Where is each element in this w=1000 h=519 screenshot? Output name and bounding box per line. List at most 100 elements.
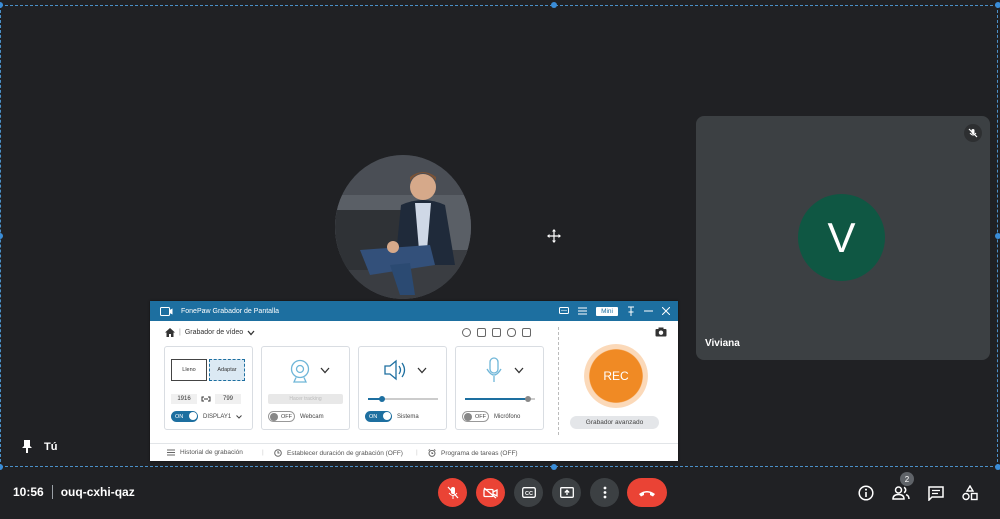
chat-feedback-icon[interactable] <box>559 307 570 315</box>
display-panel[interactable]: Lleno Adaptar 1916 799 ON DISPLAY1 <box>164 346 253 430</box>
activities-button[interactable] <box>959 482 981 504</box>
breadcrumb-separator: | <box>179 329 181 336</box>
export-icon[interactable] <box>477 328 486 337</box>
history-label: Historial de grabación <box>180 449 243 456</box>
fit-region-option[interactable]: Adaptar <box>209 359 245 381</box>
meeting-details-button[interactable] <box>855 482 877 504</box>
participant-muted-indicator <box>964 124 982 142</box>
schedule-link[interactable]: Programa de tareas (OFF) <box>428 449 518 457</box>
mic-muted-icon <box>968 128 978 138</box>
rec-button[interactable]: REC <box>584 344 648 408</box>
region-handle-bottom[interactable] <box>551 464 557 470</box>
home-icon[interactable] <box>165 328 175 337</box>
screenshot-camera-icon[interactable] <box>655 327 667 337</box>
mini-mode-button[interactable]: Mini <box>596 306 618 316</box>
pin-window-icon[interactable] <box>627 306 635 316</box>
microphone-panel[interactable]: OFF Micrófono <box>455 346 544 430</box>
meeting-stage: Tú V Viviana FonePaw Grabador de Pantall… <box>0 0 1000 519</box>
full-screen-option[interactable]: Lleno <box>171 359 207 381</box>
webcam-tracking-button: Hacer tracking <box>268 394 343 404</box>
captions-button[interactable]: CC <box>514 478 543 507</box>
region-handle-top-right[interactable] <box>995 2 1000 8</box>
region-handle-bottom-right[interactable] <box>995 464 1000 470</box>
webcam-panel[interactable]: Hacer tracking OFF Webcam <box>261 346 350 430</box>
system-sound-panel[interactable]: ON Sistema <box>358 346 447 430</box>
list-icon <box>167 449 175 456</box>
pin-icon[interactable] <box>22 440 32 453</box>
schedule-label: Programa de tareas (OFF) <box>441 449 518 457</box>
region-handle-top[interactable] <box>551 2 557 8</box>
participant-count-badge: 2 <box>900 472 914 486</box>
duration-label: Establecer duración de grabación (OFF) <box>287 449 403 457</box>
hotkey-icon[interactable] <box>522 328 531 337</box>
link-ratio-icon[interactable] <box>201 395 211 403</box>
mic-label: Micrófono <box>494 413 521 420</box>
mic-toggle-text: OFF <box>475 413 486 420</box>
people-icon <box>892 486 910 500</box>
system-toggle[interactable]: ON <box>365 411 392 422</box>
more-options-button[interactable] <box>590 478 619 507</box>
system-chevron-icon[interactable] <box>417 367 427 374</box>
fonepaw-logo-icon <box>160 306 173 316</box>
svg-text:CC: CC <box>525 491 533 497</box>
hang-up-icon <box>639 490 655 496</box>
webcam-icon <box>290 359 310 383</box>
hang-up-button[interactable] <box>627 478 667 507</box>
mic-toggle-button[interactable] <box>438 478 467 507</box>
system-volume-slider[interactable] <box>368 396 438 402</box>
webcam-chevron-icon[interactable] <box>320 367 330 374</box>
footer-sep-1: | <box>262 449 264 456</box>
camera-off-icon <box>483 487 498 498</box>
camera-toggle-button[interactable] <box>476 478 505 507</box>
mic-chevron-icon[interactable] <box>514 367 524 374</box>
display-toggle[interactable]: ON <box>171 411 198 422</box>
self-video-avatar <box>335 155 471 299</box>
divider <box>558 327 559 435</box>
more-options-icon <box>603 486 606 499</box>
quick-tools <box>462 328 531 337</box>
alarm-icon <box>428 449 436 457</box>
height-input[interactable]: 799 <box>215 394 241 404</box>
close-icon[interactable] <box>662 307 670 315</box>
fonepaw-titlebar[interactable]: FonePaw Grabador de Pantalla Mini <box>150 301 678 321</box>
monitor-select[interactable]: DISPLAY1 <box>203 414 231 420</box>
clock-separator <box>51 485 53 499</box>
chevron-down-icon[interactable] <box>247 330 255 336</box>
microphone-icon <box>486 357 502 382</box>
speaker-icon <box>384 359 406 381</box>
mic-toggle-row: OFF Micrófono <box>462 411 520 422</box>
webcam-toggle[interactable]: OFF <box>268 411 295 422</box>
fonepaw-footer: Historial de grabación | Establecer dura… <box>150 443 678 461</box>
self-name: Tú <box>44 440 58 453</box>
width-input[interactable]: 1916 <box>171 394 197 404</box>
mic-toggle[interactable]: OFF <box>462 411 489 422</box>
timer-icon <box>274 449 282 457</box>
meeting-code: ouq-cxhi-qaz <box>60 485 135 499</box>
history-link[interactable]: Historial de grabación <box>167 449 243 456</box>
region-handle-right[interactable] <box>995 233 1000 239</box>
clock-time: 10:56 <box>13 485 44 499</box>
activities-icon <box>962 485 978 501</box>
menu-icon[interactable] <box>578 307 588 315</box>
volume-icon[interactable] <box>492 328 501 337</box>
region-handle-bottom-left[interactable] <box>0 464 3 470</box>
settings-icon[interactable] <box>462 328 471 337</box>
move-cursor-icon <box>547 229 561 243</box>
system-label: Sistema <box>397 413 419 420</box>
mic-volume-slider[interactable] <box>465 396 535 402</box>
participant-tile[interactable]: V Viviana <box>696 116 990 360</box>
duration-link[interactable]: Establecer duración de grabación (OFF) <box>274 449 403 457</box>
participant-name: Viviana <box>705 338 740 349</box>
advanced-recorder-button[interactable]: Grabador avanzado <box>570 416 659 429</box>
mode-label[interactable]: Grabador de vídeo <box>185 329 243 336</box>
mic-off-icon <box>447 486 458 499</box>
monitor-chevron-icon[interactable] <box>236 414 243 419</box>
mouse-icon[interactable] <box>507 328 516 337</box>
fonepaw-recorder-window[interactable]: FonePaw Grabador de Pantalla Mini | Grab… <box>150 301 678 461</box>
participant-avatar: V <box>798 194 885 281</box>
breadcrumb: | Grabador de vídeo <box>165 328 255 337</box>
minimize-icon[interactable] <box>644 310 653 312</box>
info-icon <box>858 485 874 501</box>
present-button[interactable] <box>552 478 581 507</box>
chat-button[interactable] <box>925 482 947 504</box>
